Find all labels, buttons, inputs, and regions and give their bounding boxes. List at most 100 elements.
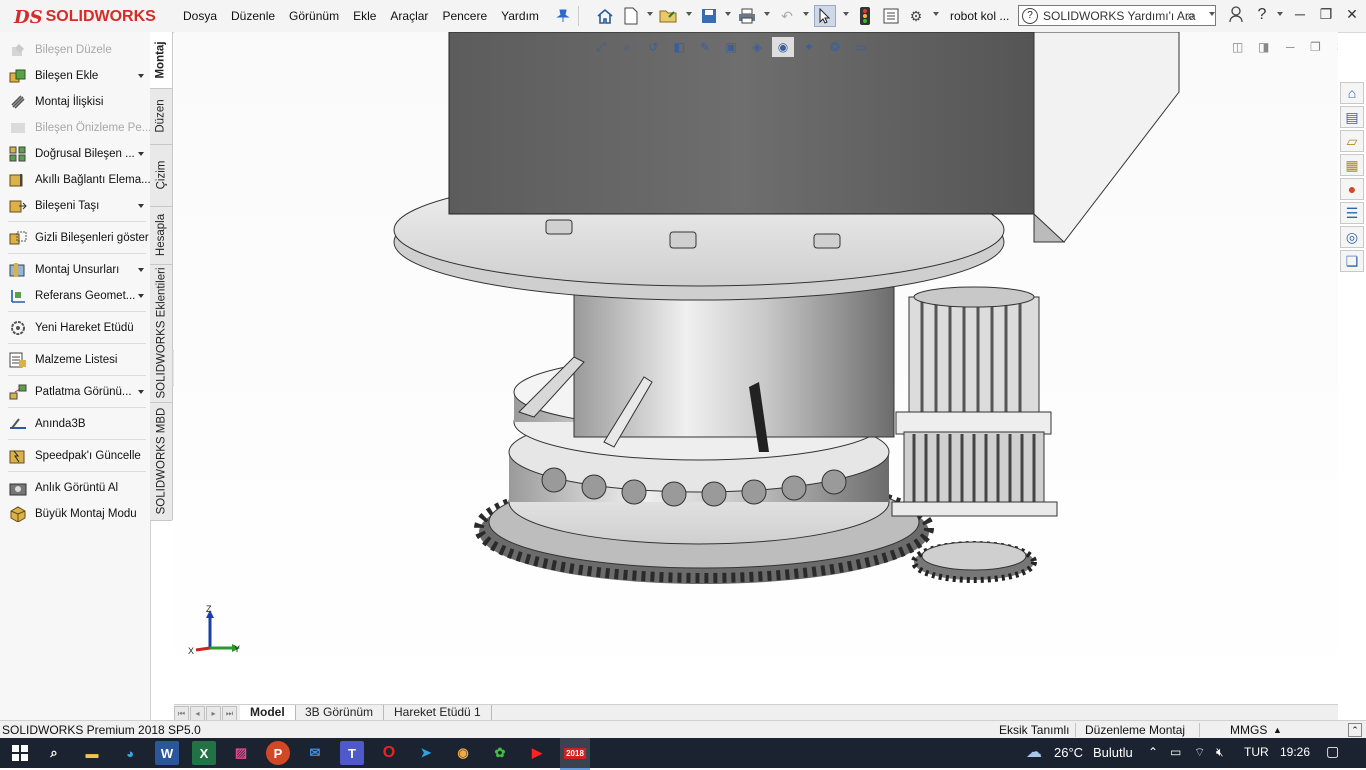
display-style-icon[interactable]: ◈ (746, 37, 768, 57)
status-toggle-icon[interactable]: ⌃ (1348, 723, 1362, 737)
undo-icon[interactable]: ↶ (776, 5, 798, 27)
viewport-split-right-icon[interactable]: ◨ (1258, 40, 1269, 54)
cmd-move-component[interactable]: Bileşeni Taşı (8, 195, 144, 217)
chrome-browser-icon[interactable]: ◉ (451, 741, 475, 765)
edit-appearance-icon[interactable]: ✦ (798, 37, 820, 57)
select-dropdown-caret[interactable] (843, 12, 849, 16)
last-tab-icon[interactable]: ⏭ (222, 706, 237, 721)
dynamic-annotation-icon[interactable]: ✎ (694, 37, 716, 57)
weather-temperature[interactable]: 26°C (1054, 745, 1083, 760)
cmd-linear-pattern[interactable]: Doğrusal Bileşen ... (8, 143, 144, 165)
section-view-icon[interactable]: ◧ (668, 37, 690, 57)
tab-assembly[interactable]: Montaj (150, 32, 172, 89)
cmd-component-preview[interactable]: Bileşen Önizleme Pe... (8, 117, 151, 139)
dropdown-caret[interactable] (138, 268, 144, 272)
file-explorer-icon[interactable]: ▱ (1340, 130, 1364, 152)
cmd-update-speedpak[interactable]: Speedpak'ı Güncelle (8, 445, 141, 467)
cmd-assembly-features[interactable]: Montaj Unsurları (8, 259, 144, 281)
file-properties-icon[interactable] (880, 5, 902, 27)
weather-cloud-icon[interactable]: ☁ (1026, 742, 1042, 762)
solidworks-forum-icon[interactable]: ◎ (1340, 226, 1364, 248)
options-gear-icon[interactable]: ⚙ (905, 5, 927, 27)
tab-model[interactable]: Model (240, 705, 296, 721)
view-settings-icon[interactable]: ▭ (850, 37, 872, 57)
tab-sketch[interactable]: Çizim (150, 144, 172, 207)
excel-icon[interactable]: X (192, 741, 216, 765)
clock-time[interactable]: 19:26 (1280, 745, 1310, 759)
apply-scene-icon[interactable]: ❂ (824, 37, 846, 57)
options-dropdown-caret[interactable] (933, 12, 939, 16)
search-icon[interactable]: ⌕ (1187, 7, 1195, 24)
viewport-split-left-icon[interactable]: ◫ (1232, 40, 1243, 54)
menu-tools[interactable]: Araçlar (383, 9, 435, 23)
next-tab-icon[interactable]: ▸ (206, 706, 221, 721)
hide-show-items-icon[interactable]: ◉ (772, 37, 794, 57)
menu-insert[interactable]: Ekle (346, 9, 383, 23)
save-dropdown-caret[interactable] (725, 12, 731, 16)
telegram-icon[interactable]: ➤ (414, 741, 438, 765)
input-language[interactable]: TUR (1244, 745, 1269, 759)
tab-layout[interactable]: Düzen (150, 88, 172, 145)
rebuild-traffic-light-icon[interactable] (854, 5, 876, 27)
menu-view[interactable]: Görünüm (282, 9, 346, 23)
word-icon[interactable]: W (155, 741, 179, 765)
menu-file[interactable]: Dosya (176, 9, 224, 23)
unit-system-caret[interactable]: ▲ (1273, 725, 1282, 735)
solidworks-taskbar-button[interactable]: 2018 (560, 738, 590, 770)
home-icon[interactable] (594, 5, 616, 27)
forum-chat-icon[interactable]: ❏ (1340, 250, 1364, 272)
zoom-to-area-icon[interactable]: ⌕ (616, 37, 638, 57)
select-pointer-icon[interactable] (814, 5, 836, 27)
help-search-input[interactable]: ? SOLIDWORKS Yardımı'ı Ara ⌕ (1018, 5, 1216, 26)
edge-browser-icon[interactable]: ◕ (118, 741, 142, 765)
tab-evaluate[interactable]: Hesapla (150, 206, 172, 265)
appearances-scenes-icon[interactable]: ● (1340, 178, 1364, 200)
search-taskbar-icon[interactable]: ⌕ (42, 741, 66, 765)
view-orientation-icon[interactable]: ▣ (720, 37, 742, 57)
cmd-insert-component[interactable]: Bileşen Ekle (8, 65, 144, 87)
menu-edit[interactable]: Düzenle (224, 9, 282, 23)
zoom-to-fit-icon[interactable]: ⤢ (590, 37, 612, 57)
cmd-smart-fasteners[interactable]: Akıllı Bağlantı Elema... (8, 169, 151, 191)
print-icon[interactable] (736, 5, 758, 27)
pin-icon[interactable] (552, 5, 574, 27)
dropdown-caret[interactable] (138, 294, 144, 298)
youtube-icon[interactable]: ▶ (525, 741, 549, 765)
close-button[interactable]: ✕ (1340, 6, 1364, 23)
open-icon[interactable] (658, 5, 680, 27)
search-dropdown-caret[interactable] (1209, 12, 1215, 16)
view-palette-icon[interactable]: ▦ (1340, 154, 1364, 176)
powerpoint-icon[interactable]: P (266, 741, 290, 765)
new-dropdown-caret[interactable] (647, 12, 653, 16)
cmd-reference-geometry[interactable]: Referans Geomet... (8, 285, 144, 307)
user-account-icon[interactable] (1224, 6, 1248, 25)
viewport-restore-icon[interactable]: ❐ (1310, 40, 1321, 54)
tab-solidworks-mbd[interactable]: SOLIDWORKS MBD (150, 402, 172, 521)
unit-system[interactable]: MMGS (1230, 723, 1267, 737)
print-dropdown-caret[interactable] (764, 12, 770, 16)
cmd-large-assembly-mode[interactable]: Büyük Montaj Modu (8, 503, 137, 525)
tab-3d-view[interactable]: 3B Görünüm (295, 705, 385, 721)
cmd-take-snapshot[interactable]: Anlık Görüntü Al (8, 477, 118, 499)
undo-dropdown-caret[interactable] (803, 12, 809, 16)
design-library-icon[interactable]: ▤ (1340, 106, 1364, 128)
viewport-close-icon[interactable]: ✕ (1336, 40, 1338, 54)
teams-icon[interactable]: T (340, 741, 364, 765)
tab-motion-study-1[interactable]: Hareket Etüdü 1 (384, 705, 492, 721)
dropdown-caret[interactable] (138, 74, 144, 78)
menu-window[interactable]: Pencere (435, 9, 494, 23)
menu-help[interactable]: Yardım (494, 9, 546, 23)
prev-tab-icon[interactable]: ◂ (190, 706, 205, 721)
battery-icon[interactable]: ▭ (1170, 745, 1181, 759)
cmd-new-motion-study[interactable]: Yeni Hareket Etüdü (8, 317, 134, 339)
open-dropdown-caret[interactable] (686, 12, 692, 16)
solidworks-resources-icon[interactable]: ⌂ (1340, 82, 1364, 104)
notification-center-icon[interactable]: ▢ (1326, 743, 1339, 760)
cmd-mate[interactable]: Montaj İlişkisi (8, 91, 103, 113)
wifi-icon[interactable]: ⌔ (1194, 745, 1205, 760)
help-dropdown-caret[interactable] (1277, 12, 1283, 16)
cmd-instant3d[interactable]: Anında3B (8, 413, 86, 435)
volume-muted-icon[interactable]: 🔇︎ (1216, 745, 1224, 760)
windows-start-icon[interactable] (8, 741, 32, 765)
cmd-show-hidden-components[interactable]: Gizli Bileşenleri göster (8, 227, 149, 249)
